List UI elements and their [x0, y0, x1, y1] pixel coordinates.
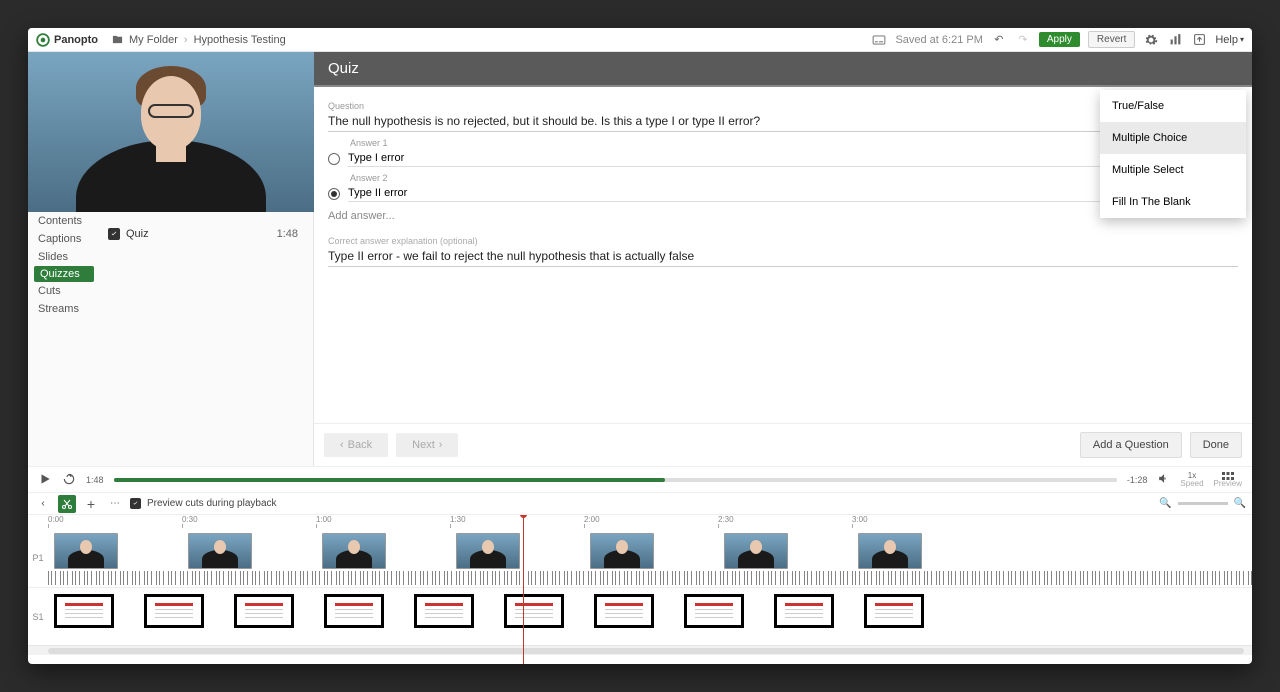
undo-icon[interactable]: ↶	[991, 32, 1007, 48]
logo-text: Panopto	[54, 34, 98, 46]
qtype-multiplechoice[interactable]: Multiple Choice	[1100, 122, 1246, 154]
breadcrumb-folder[interactable]: My Folder	[129, 34, 178, 46]
zoom-in-icon[interactable]: 🔍	[1234, 498, 1246, 509]
speed-toggle[interactable]: 1xSpeed	[1180, 472, 1203, 488]
done-button[interactable]: Done	[1190, 432, 1242, 458]
help-dropdown[interactable]: Help ▾	[1215, 34, 1244, 46]
current-time: 1:48	[86, 475, 104, 485]
breadcrumb: My Folder › Hypothesis Testing	[112, 34, 286, 46]
answer2-radio[interactable]	[328, 188, 340, 200]
qtype-multipleselect[interactable]: Multiple Select	[1100, 154, 1246, 186]
chevron-down-icon: ▾	[1240, 35, 1244, 44]
qtype-fillblank[interactable]: Fill In The Blank	[1100, 186, 1246, 218]
back-button[interactable]: ‹Back	[324, 433, 388, 457]
add-question-button[interactable]: Add a Question	[1080, 432, 1182, 458]
progress-bar[interactable]	[114, 478, 1117, 482]
editor-title: Quiz	[314, 52, 1252, 87]
chevron-right-icon: ›	[439, 439, 443, 451]
quiz-item-time: 1:48	[277, 228, 298, 240]
stats-icon[interactable]	[1167, 32, 1183, 48]
explanation-label: Correct answer explanation (optional)	[328, 236, 1238, 246]
preview-cuts-label: Preview cuts during playback	[147, 498, 277, 509]
cut-tool-button[interactable]	[58, 495, 76, 513]
remaining-time: -1:28	[1127, 475, 1148, 485]
export-icon[interactable]	[1191, 32, 1207, 48]
folder-icon	[112, 34, 123, 45]
panopto-logo-icon	[36, 33, 50, 47]
question-type-dropdown: True/False Multiple Choice Multiple Sele…	[1100, 90, 1246, 218]
redo-icon[interactable]: ↷	[1015, 32, 1031, 48]
answer1-radio[interactable]	[328, 153, 340, 165]
chevron-right-icon: ›	[184, 34, 188, 46]
timeline-ruler: 0:00 0:30 1:00 1:30 2:00 2:30 3:00	[48, 515, 1252, 529]
breadcrumb-item[interactable]: Hypothesis Testing	[194, 34, 286, 46]
add-quiz-button[interactable]: ⊕ Add a Quiz	[253, 212, 313, 224]
app-logo[interactable]: Panopto	[36, 33, 98, 47]
rewind-button[interactable]	[62, 472, 76, 488]
quiz-check-icon	[108, 228, 120, 240]
timeline-collapse-button[interactable]: ‹	[34, 495, 52, 513]
waveform	[48, 571, 1252, 585]
captions-icon[interactable]	[871, 32, 887, 48]
timeline-track-p1[interactable]: P1	[28, 529, 1252, 587]
zoom-slider[interactable]	[1178, 502, 1228, 505]
revert-button[interactable]: Revert	[1088, 31, 1135, 48]
quiz-item-label: Quiz	[126, 228, 149, 240]
zoom-out-icon[interactable]: 🔍	[1159, 498, 1171, 509]
play-button[interactable]	[38, 472, 52, 488]
more-tool-button[interactable]: ⋯	[106, 495, 124, 513]
explanation-input[interactable]	[328, 246, 1238, 267]
preview-cuts-checkbox[interactable]	[130, 498, 141, 509]
quiz-list-item[interactable]: Quiz 1:48	[98, 224, 308, 244]
saved-status: Saved at 6:21 PM	[895, 34, 982, 46]
timeline-scrollbar[interactable]	[28, 645, 1252, 655]
preview-toggle[interactable]: Preview	[1214, 472, 1242, 488]
chevron-left-icon: ‹	[340, 439, 344, 451]
video-preview[interactable]	[28, 52, 314, 212]
playhead[interactable]	[523, 515, 524, 664]
timeline[interactable]: 0:00 0:30 1:00 1:30 2:00 2:30 3:00 P1	[28, 514, 1252, 664]
next-button[interactable]: Next›	[396, 433, 458, 457]
volume-icon[interactable]	[1157, 472, 1170, 487]
apply-button[interactable]: Apply	[1039, 32, 1080, 47]
timeline-track-s1[interactable]: S1	[28, 587, 1252, 645]
qtype-truefalse[interactable]: True/False	[1100, 90, 1246, 122]
gear-icon[interactable]	[1143, 32, 1159, 48]
add-tool-button[interactable]: +	[82, 495, 100, 513]
